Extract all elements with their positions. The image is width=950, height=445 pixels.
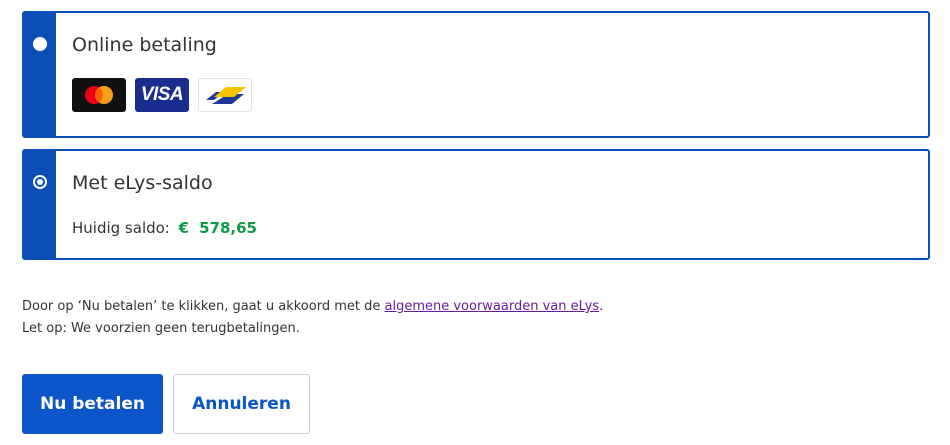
bancontact-logo — [198, 78, 252, 112]
option-rail — [24, 13, 56, 136]
option-title-online: Online betaling — [72, 34, 217, 56]
radio-saldo[interactable] — [33, 175, 47, 189]
cancel-button[interactable]: Annuleren — [173, 374, 310, 434]
terms-text: Door op ‘Nu betalen’ te klikken, gaat u … — [22, 296, 603, 340]
payment-logos: VISA — [72, 78, 252, 112]
refund-note: Let op: We voorzien geen terugbetalingen… — [22, 321, 300, 336]
terms-line: Door op ‘Nu betalen’ te klikken, gaat u … — [22, 296, 603, 318]
balance-currency: € — [178, 219, 190, 237]
radio-online[interactable] — [33, 37, 47, 51]
payment-option-online[interactable]: Online betaling VISA — [22, 11, 930, 138]
mastercard-logo — [72, 78, 126, 112]
balance-label: Huidig saldo: — [72, 219, 170, 237]
terms-link[interactable]: algemene voorwaarden van eLys — [385, 299, 600, 314]
balance-amount: €578,65 — [179, 219, 257, 237]
payment-option-saldo[interactable]: Met eLys-saldo Huidig saldo: €578,65 — [22, 149, 930, 260]
option-rail — [24, 151, 56, 258]
terms-suffix: . — [599, 299, 604, 314]
pay-now-button[interactable]: Nu betalen — [22, 374, 163, 434]
visa-logo: VISA — [135, 78, 189, 112]
terms-prefix: Door op ‘Nu betalen’ te klikken, gaat u … — [22, 299, 385, 314]
option-title-saldo: Met eLys-saldo — [72, 172, 213, 194]
balance-value: 578,65 — [199, 219, 257, 237]
balance-line: Huidig saldo: €578,65 — [72, 219, 257, 237]
